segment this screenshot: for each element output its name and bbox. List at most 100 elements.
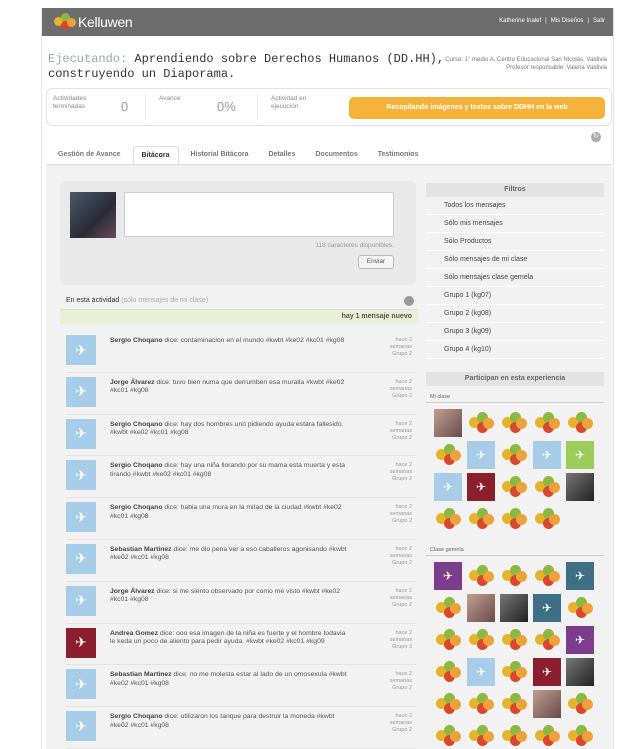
user-name-link[interactable]: Katherine Inalef	[499, 18, 541, 24]
filter-item[interactable]: Sólo mensajes de mi clase	[426, 251, 604, 269]
default-avatar-icon[interactable]	[434, 594, 462, 622]
twitter-bird-icon[interactable]: ✈	[66, 627, 96, 658]
twitter-bird-icon[interactable]: ✈	[66, 711, 96, 742]
logout-link[interactable]: Salir	[593, 18, 605, 24]
twitter-bird-icon[interactable]: ✈	[566, 626, 594, 654]
message-item: ✈ Sergio Choqano dice: contaminacion en e…	[66, 331, 416, 373]
message-author[interactable]: Sergio Choqano	[110, 421, 163, 428]
my-designs-link[interactable]: Mis Diseños	[551, 18, 584, 24]
default-avatar-icon[interactable]	[500, 441, 528, 469]
send-button[interactable]: Enviar	[358, 255, 394, 269]
default-avatar-icon[interactable]	[467, 626, 495, 654]
tab-gestion-avance[interactable]: Gestión de Avance	[50, 146, 129, 164]
message-group: Grupo 2	[392, 351, 412, 357]
message-author[interactable]: Jorge Álvarez	[110, 588, 155, 595]
twitter-bird-icon[interactable]: ✈	[66, 585, 96, 616]
twitter-bird-icon[interactable]: ✈	[467, 658, 495, 686]
default-avatar-icon[interactable]	[533, 562, 561, 590]
twitter-bird-icon[interactable]: ✈	[533, 441, 561, 469]
message-author[interactable]: Sebastian Martinez	[110, 671, 172, 678]
default-avatar-icon[interactable]	[500, 409, 528, 437]
avatar[interactable]	[434, 409, 462, 437]
avatar[interactable]	[533, 690, 561, 718]
message-author[interactable]: Sergio Choqano	[110, 337, 163, 344]
twitter-bird-icon[interactable]: ✈	[66, 669, 96, 700]
message-author[interactable]: Sebastian Martinez	[110, 546, 172, 553]
message-author[interactable]: Andrea Gomez	[110, 630, 158, 637]
twitter-bird-icon[interactable]: ✈	[467, 441, 495, 469]
avatar[interactable]	[566, 473, 594, 501]
filter-item[interactable]: Grupo 3 (kg09)	[426, 323, 604, 341]
message-author[interactable]: Sergio Choqano	[110, 713, 163, 720]
default-avatar-icon[interactable]	[533, 473, 561, 501]
avatar[interactable]	[500, 594, 528, 622]
message-author[interactable]: Sergio Choqano	[110, 504, 163, 511]
tab-documentos[interactable]: Documentos	[307, 146, 365, 164]
default-avatar-icon[interactable]	[500, 562, 528, 590]
default-avatar-icon[interactable]	[533, 722, 561, 749]
default-avatar-icon[interactable]	[500, 626, 528, 654]
refresh-icon[interactable]: ↻	[591, 132, 601, 142]
default-avatar-icon[interactable]	[500, 690, 528, 718]
default-avatar-icon[interactable]	[566, 690, 594, 718]
twitter-bird-icon[interactable]: ✈	[434, 473, 462, 501]
filter-item[interactable]: Grupo 4 (kg10)	[426, 341, 604, 359]
default-avatar-icon[interactable]	[434, 690, 462, 718]
message-author[interactable]: Jorge Álvarez	[110, 379, 155, 386]
twitter-bird-icon[interactable]: ✈	[66, 376, 96, 407]
default-avatar-icon[interactable]	[533, 505, 561, 533]
avatar[interactable]	[467, 594, 495, 622]
default-avatar-icon[interactable]	[467, 505, 495, 533]
twitter-bird-icon[interactable]: ✈	[533, 594, 561, 622]
default-avatar-icon[interactable]	[533, 626, 561, 654]
new-messages-notice[interactable]: hay 1 mensaje nuevo	[60, 310, 418, 324]
twitter-bird-icon[interactable]: ✈	[66, 335, 96, 365]
default-avatar-icon[interactable]	[533, 409, 561, 437]
twitter-bird-icon[interactable]: ✈	[66, 543, 96, 574]
refresh-icon[interactable]	[404, 296, 414, 306]
filter-item[interactable]: Sólo mensajes clase gemela	[426, 269, 604, 287]
default-avatar-icon[interactable]	[467, 409, 495, 437]
tab-testimonios[interactable]: Testimonios	[370, 146, 427, 164]
default-avatar-icon[interactable]	[467, 722, 495, 749]
tab-detalles[interactable]: Detalles	[261, 146, 304, 164]
twitter-bird-icon[interactable]: ✈	[66, 502, 96, 533]
twitter-bird-icon[interactable]: ✈	[533, 658, 561, 686]
filter-item[interactable]: Sólo Productos	[426, 233, 604, 251]
default-avatar-icon[interactable]	[434, 722, 462, 749]
twitter-bird-icon[interactable]: ✈	[467, 473, 495, 501]
twitter-bird-icon[interactable]: ✈	[566, 441, 594, 469]
default-avatar-icon[interactable]	[434, 626, 462, 654]
message-text: Jorge Álvarez dice: si me siento observa…	[110, 588, 350, 605]
current-activity-button[interactable]: Recopilando imágenes y textos sobre DDHH…	[349, 97, 605, 119]
tab-historial-bitacora[interactable]: Historial Bitácora	[183, 146, 257, 164]
default-avatar-icon[interactable]	[500, 722, 528, 749]
default-avatar-icon[interactable]	[500, 473, 528, 501]
avatar[interactable]	[566, 658, 594, 686]
default-avatar-icon[interactable]	[467, 690, 495, 718]
tab-bitacora[interactable]: Bitácora	[132, 146, 179, 164]
default-avatar-icon[interactable]	[566, 594, 594, 622]
default-avatar-icon[interactable]	[500, 658, 528, 686]
twitter-bird-icon[interactable]: ✈	[434, 562, 462, 590]
message-input[interactable]	[124, 192, 394, 237]
filter-item[interactable]: Todos los mensajes	[426, 197, 604, 215]
filter-item[interactable]: Grupo 2 (kg08)	[426, 305, 604, 323]
message-author[interactable]: Sergio Choqano	[110, 462, 163, 469]
filter-item[interactable]: Sólo mis mensajes	[426, 215, 604, 233]
message-text: Sebastian Martinez dice: me dio pena ver…	[110, 546, 350, 563]
message-time: hace 2 semanas	[389, 629, 412, 643]
default-avatar-icon[interactable]	[500, 505, 528, 533]
twitter-bird-icon[interactable]: ✈	[66, 460, 96, 491]
default-avatar-icon[interactable]	[467, 562, 495, 590]
twitter-bird-icon[interactable]: ✈	[566, 562, 594, 590]
default-avatar-icon[interactable]	[566, 722, 594, 749]
default-avatar-icon[interactable]	[434, 441, 462, 469]
twitter-bird-icon[interactable]: ✈	[66, 418, 96, 449]
default-avatar-icon[interactable]	[434, 658, 462, 686]
kelluwen-logo[interactable]: Kelluwen	[54, 13, 133, 31]
filter-item[interactable]: Grupo 1 (kg07)	[426, 287, 604, 305]
progress-value: 0%	[217, 99, 236, 114]
default-avatar-icon[interactable]	[566, 409, 594, 437]
default-avatar-icon[interactable]	[434, 505, 462, 533]
